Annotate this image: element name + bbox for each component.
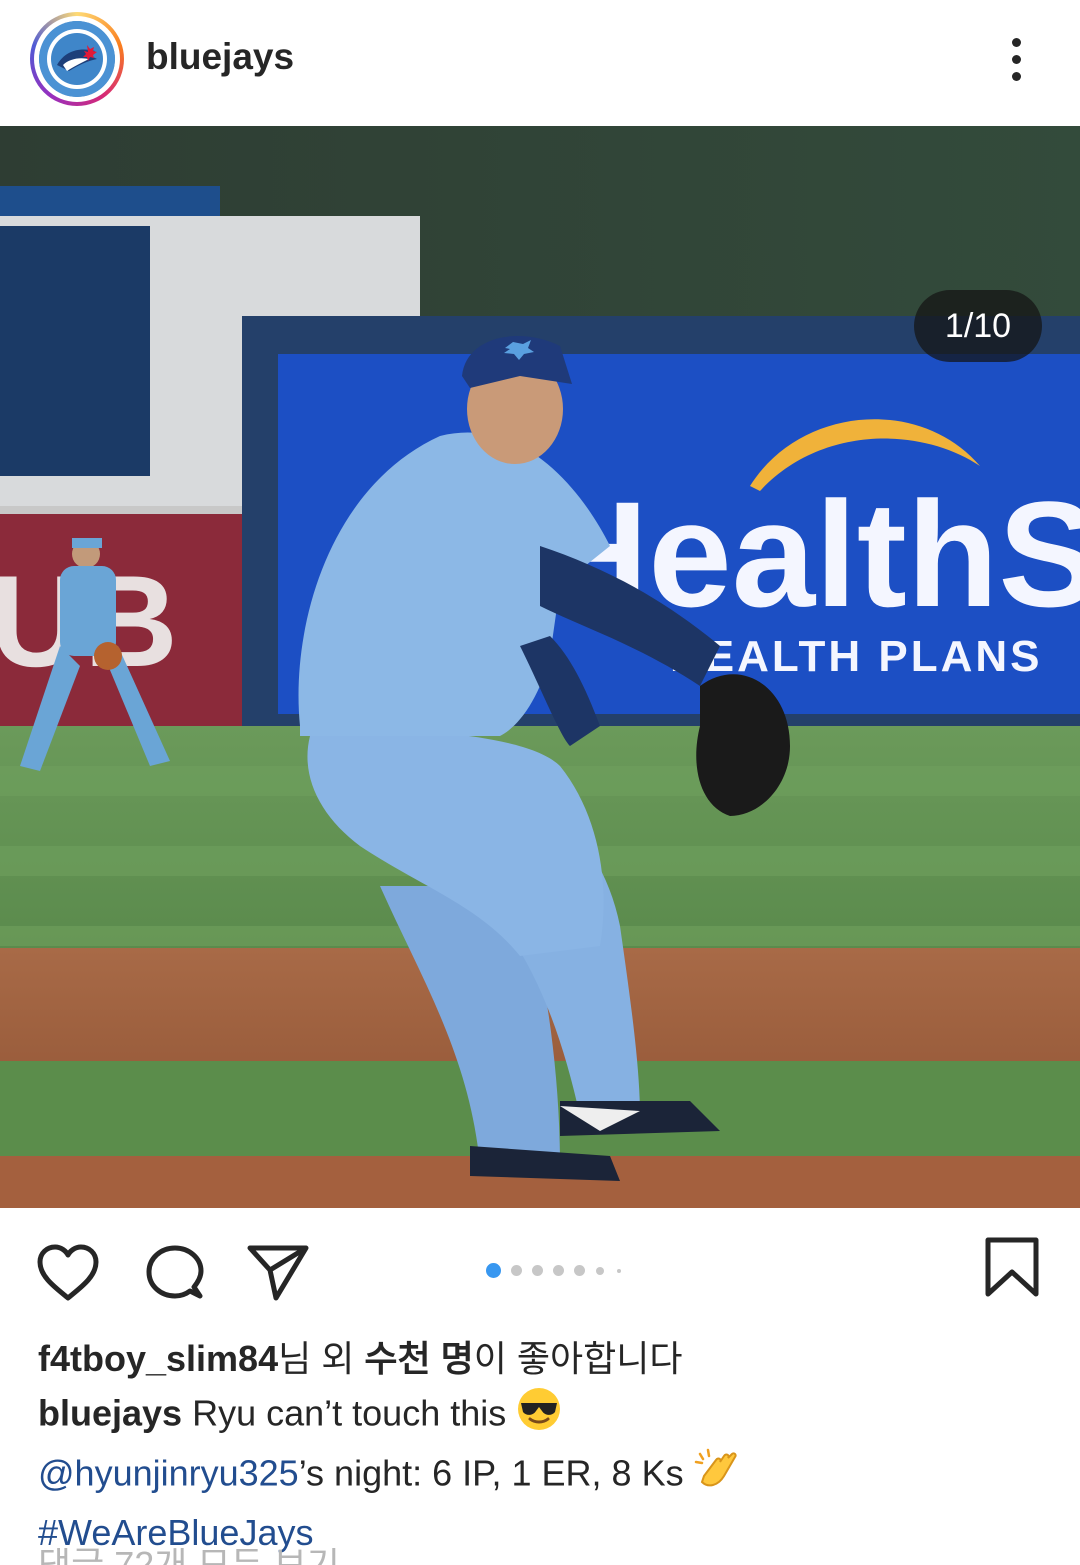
liker-username[interactable]: f4tboy_slim84: [38, 1338, 278, 1379]
likes-tail: 이 좋아합니다: [473, 1338, 683, 1379]
profile-avatar[interactable]: [30, 12, 124, 106]
send-icon[interactable]: [246, 1244, 310, 1307]
post-photo[interactable]: UB HealthSu HEALTH PLANS: [0, 126, 1080, 1208]
action-bar: [0, 1208, 1080, 1318]
more-vertical-icon[interactable]: [996, 32, 1036, 88]
comment-icon[interactable]: [144, 1244, 206, 1309]
heart-icon[interactable]: [36, 1244, 100, 1307]
post-username[interactable]: bluejays: [146, 36, 294, 78]
clapping-hands-emoji: [694, 1446, 740, 1506]
view-comments-link[interactable]: 댓글 72개 모두 보기: [38, 1548, 340, 1565]
caption-line-1: bluejays Ryu can’t touch this: [38, 1386, 1048, 1446]
likes-summary[interactable]: f4tboy_slim84님 외 수천 명이 좋아합니다: [38, 1330, 682, 1382]
caption-text-2: ’s night: 6 IP, 1 ER, 8 Ks: [298, 1452, 694, 1494]
carousel-dot: [596, 1267, 604, 1275]
sunglasses-emoji: [516, 1386, 562, 1446]
post-header: bluejays: [0, 0, 1080, 126]
carousel-dot: [574, 1265, 585, 1276]
carousel-counter: 1/10: [914, 290, 1042, 362]
carousel-dot: [532, 1265, 543, 1276]
banner-subtext: HEALTH PLANS: [670, 632, 1043, 681]
bookmark-icon[interactable]: [984, 1236, 1040, 1303]
carousel-dot: [553, 1265, 564, 1276]
carousel-dot: [511, 1265, 522, 1276]
hashtag-link[interactable]: #WeAreBlueJays: [38, 1512, 313, 1553]
blue-jays-logo-icon: [39, 21, 115, 97]
mention-link[interactable]: @hyunjinryu325: [38, 1453, 299, 1494]
likes-suffix: 님 외: [278, 1338, 365, 1379]
carousel-dot-active: [486, 1263, 501, 1278]
likes-count-phrase[interactable]: 수천 명: [364, 1338, 473, 1379]
caption-username[interactable]: bluejays: [38, 1393, 182, 1434]
caption-line-2: @hyunjinryu325’s night: 6 IP, 1 ER, 8 Ks: [38, 1446, 1048, 1506]
caption-text-1: Ryu can’t touch this: [182, 1392, 517, 1434]
post-caption: bluejays Ryu can’t touch this @hyunjinry…: [38, 1386, 1048, 1559]
carousel-dot: [617, 1269, 621, 1273]
